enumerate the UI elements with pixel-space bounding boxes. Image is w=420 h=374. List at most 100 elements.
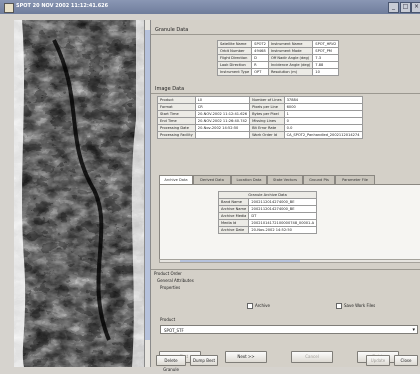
field-label: Archive Name [217, 205, 250, 213]
field-label: Pixels per Line [249, 103, 285, 111]
product-select[interactable]: SPOT_STF ▾ [160, 325, 418, 334]
archive-row: Archive Name 2002112014274000_BE [217, 205, 318, 213]
field-value: 20-NOV-2002 11:12:41.626 [194, 110, 251, 118]
product-order-title: Product Order [154, 271, 182, 276]
field-value: 20021014172100000748_00001-A [248, 219, 318, 227]
field-value: 1 [283, 110, 363, 118]
field-value: 49468 [251, 47, 269, 55]
cancel-button[interactable]: Cancel [291, 351, 333, 363]
update-button[interactable]: Update [366, 355, 390, 366]
field-label: Processing Facility [157, 131, 196, 139]
field-value [194, 131, 251, 139]
field-value: D [251, 54, 269, 62]
archive-row: Media Id 20021014172100000748_00001-A [217, 219, 318, 227]
window-title: SPOT 20 NOV 2002 11:12:41.626 [16, 3, 109, 9]
image-row: Product L0 Number of Lines 37884 [157, 96, 363, 104]
delete-granule-button[interactable]: Delete Granule [156, 355, 186, 372]
chevron-down-icon: ▾ [412, 327, 415, 333]
field-label: Media Id [217, 219, 250, 227]
field-label: Look Direction [216, 61, 253, 69]
properties-label: Properties [160, 285, 181, 290]
field-value: CA_SPOT2_Panhandled_2002112014274 [283, 131, 363, 139]
image-row: Processing Facility Work Order Id CA_SPOT2… [157, 131, 363, 139]
granule-row: Flight Direction D Off Nadir Angle (deg) 7.… [216, 54, 340, 62]
field-label: Archive Date [217, 226, 250, 234]
granule-row: Instrument Type OPT Resolution (m) 10 [216, 68, 340, 76]
field-value: SPOT_HRV2 [312, 40, 340, 48]
satellite-image[interactable] [14, 20, 144, 367]
checkbox-icon [336, 303, 342, 309]
save-work-files-label: Save Work Files [344, 303, 376, 308]
field-label: Instrument Type [216, 68, 253, 76]
panel-horizontal-scrollbar[interactable] [159, 259, 420, 263]
granule-table: Satellite Name SPOT2 Instrument Name SPOT_H… [216, 40, 340, 76]
archive-row: Archive Media DT [217, 212, 318, 220]
field-value: 0.0 [283, 124, 363, 132]
image-table: Product L0 Number of Lines 37884 Format CR Pix… [157, 96, 363, 139]
field-value: OPT [251, 68, 269, 76]
field-label: Missing Lines [249, 117, 285, 125]
field-value: 20-Nov-2002 14:52:50 [248, 226, 318, 234]
details-panel: Granule Data Satellite Name SPOT2 Instrume… [150, 20, 420, 367]
divider [151, 34, 420, 35]
close-button[interactable]: Close [394, 355, 418, 366]
minimize-icon[interactable]: _ [388, 2, 399, 13]
field-label: Band Name [217, 198, 250, 206]
field-value: SPOT2 [251, 40, 269, 48]
field-label: Off Nadir Angle (deg) [267, 54, 314, 62]
checkbox-icon [247, 303, 253, 309]
field-label: Bit Error Rate [249, 124, 285, 132]
image-row: Processing Date 20-Nov-2002 14:52:50 Bit E… [157, 124, 363, 132]
field-value: DT [248, 212, 318, 220]
field-label: Flight Direction [216, 54, 253, 62]
scrollbar-thumb[interactable] [180, 260, 300, 262]
image-row: End Time 20-NOV-2002 11:26:40.742 Missing … [157, 117, 363, 125]
dump-best-button[interactable]: Dump Best [190, 355, 218, 366]
archive-row: Archive Date 20-Nov-2002 14:52:50 [217, 226, 318, 234]
satellite-image-graphic [14, 20, 144, 367]
field-label: Instrument Mode [267, 47, 314, 55]
granule-row: Orbit Number 49468 Instrument Mode SPOT_PM [216, 47, 340, 55]
save-work-files-checkbox[interactable]: Save Work Files [336, 303, 375, 309]
field-label: Satellite Name [216, 40, 253, 48]
archive-checkbox[interactable]: Archive [247, 303, 270, 309]
image-section-title: Image Data [155, 86, 185, 92]
product-label: Product [160, 317, 176, 322]
close-icon[interactable]: × [411, 2, 420, 13]
archive-tab-panel: Granule Archive Data Band Name 20021120142… [159, 184, 420, 261]
field-label: Bytes per Pixel [249, 110, 285, 118]
app-icon [4, 3, 14, 13]
field-label: Processing Date [157, 124, 196, 132]
field-label: Work Order Id [249, 131, 285, 139]
field-value: 10 [312, 68, 340, 76]
field-label: Format [157, 103, 196, 111]
divider [151, 269, 420, 270]
archive-label: Archive [255, 303, 270, 308]
archive-table: Granule Archive Data Band Name 20021120142… [217, 191, 318, 234]
field-value: 6000 [283, 103, 363, 111]
divider [151, 93, 420, 94]
granule-section-title: Granule Data [155, 27, 189, 33]
archive-row: Band Name 2002112014274000_BE [217, 198, 318, 206]
next-button[interactable]: Next >> [225, 351, 267, 363]
field-label: Resolution (m) [267, 68, 314, 76]
maximize-icon[interactable]: □ [400, 2, 411, 13]
field-value: 20-NOV-2002 11:26:40.742 [194, 117, 251, 125]
field-label: Archive Media [217, 212, 250, 220]
field-value: 2002112014274000_BE [248, 198, 318, 206]
field-value: 2002112014274000_BE [248, 205, 318, 213]
field-value: 20-Nov-2002 14:52:50 [194, 124, 251, 132]
field-label: Orbit Number [216, 47, 253, 55]
field-label: Number of Lines [249, 96, 285, 104]
field-label: Instrument Name [267, 40, 314, 48]
granule-row: Look Direction R Incidence Angle (deg) 7.88 [216, 61, 340, 69]
field-label: Product [157, 96, 196, 104]
granule-row: Satellite Name SPOT2 Instrument Name SPOT_H… [216, 40, 340, 48]
field-value: 7.3 [312, 54, 340, 62]
product-select-value: SPOT_STF [164, 328, 184, 333]
image-row: Format CR Pixels per Line 6000 [157, 103, 363, 111]
field-value: SPOT_PM [312, 47, 340, 55]
field-value: 0 [283, 117, 363, 125]
field-value: R [251, 61, 269, 69]
field-value: L0 [194, 96, 251, 104]
